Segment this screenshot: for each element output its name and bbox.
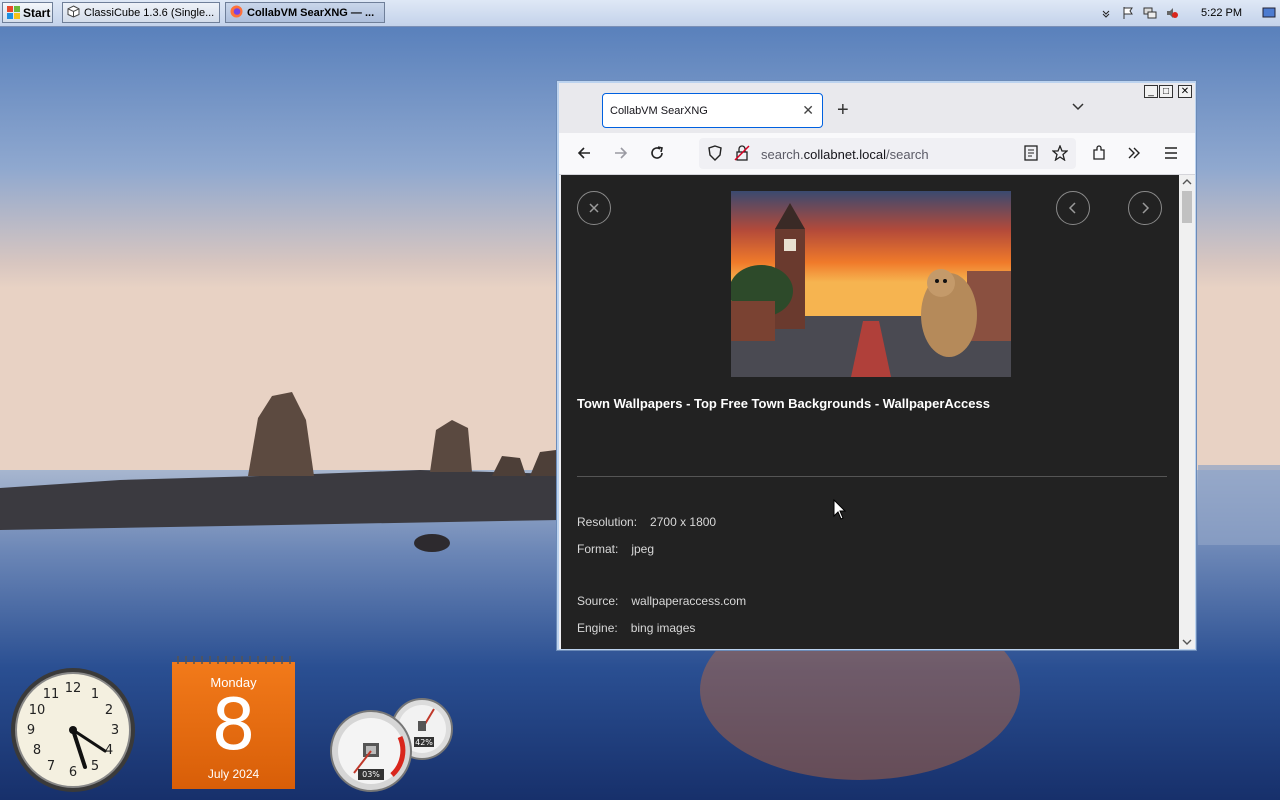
format-label: Format:	[577, 542, 619, 556]
scroll-down-icon[interactable]	[1182, 638, 1192, 646]
divider	[577, 476, 1167, 477]
show-desktop-icon[interactable]	[1262, 6, 1276, 20]
svg-text:10: 10	[29, 703, 46, 718]
close-window-button[interactable]: ✕	[1178, 85, 1192, 98]
hamburger-menu-icon[interactable]	[1161, 143, 1181, 163]
firefox-frame: CollabVM SearXNG ✕ + search.collabnet.lo…	[559, 83, 1195, 649]
svg-text:9: 9	[27, 723, 35, 738]
extensions-icon[interactable]	[1089, 143, 1109, 163]
system-tray: 5:22 PM	[1095, 0, 1280, 26]
close-icon	[589, 203, 599, 213]
meta-resolution: Resolution: 2700 x 1800	[577, 515, 716, 529]
svg-text:2: 2	[105, 703, 113, 718]
taskbar-item-label: CollabVM SearXNG — ...	[247, 6, 375, 19]
svg-text:1: 1	[91, 687, 99, 702]
taskbar-item-label: ClassiCube 1.3.6 (Single...	[84, 6, 215, 19]
chevron-left-icon	[1068, 202, 1076, 214]
tab-searxng[interactable]: CollabVM SearXNG ✕	[602, 93, 823, 128]
reload-icon[interactable]	[647, 143, 667, 163]
result-image[interactable]	[731, 191, 1011, 377]
calendar-day-number: 8	[211, 684, 256, 766]
browser-window: CollabVM SearXNG ✕ + search.collabnet.lo…	[556, 80, 1197, 651]
start-button[interactable]: Start	[2, 2, 53, 23]
tab-title: CollabVM SearXNG	[610, 104, 708, 117]
vertical-scrollbar[interactable]	[1179, 175, 1195, 649]
next-result-button[interactable]	[1128, 191, 1162, 225]
windows-logo-icon	[7, 6, 20, 19]
firefox-icon	[230, 5, 243, 21]
taskbar-clock[interactable]: 5:22 PM	[1201, 7, 1242, 19]
svg-text:3: 3	[111, 723, 119, 738]
start-label: Start	[23, 5, 51, 20]
svg-text:7: 7	[47, 759, 55, 774]
network-icon[interactable]	[1143, 6, 1157, 20]
cube-icon	[67, 4, 80, 21]
scrollbar-thumb[interactable]	[1182, 191, 1192, 223]
forward-arrow-icon[interactable]	[611, 143, 631, 163]
result-title[interactable]: Town Wallpapers - Top Free Town Backgrou…	[577, 396, 990, 411]
page-content: Town Wallpapers - Top Free Town Backgrou…	[561, 175, 1179, 649]
previous-result-button[interactable]	[1056, 191, 1090, 225]
meta-source: Source: wallpaperaccess.com	[577, 594, 746, 608]
url-text: search.collabnet.local/search	[761, 147, 929, 162]
calendar-rings	[177, 656, 291, 664]
meta-engine: Engine: bing images	[577, 621, 695, 635]
svg-text:8: 8	[33, 743, 41, 758]
cpu-percent: 03%	[362, 770, 380, 779]
mouse-cursor-icon	[833, 499, 847, 520]
source-label: Source:	[577, 594, 619, 608]
meta-format: Format: jpeg	[577, 542, 654, 556]
volume-muted-icon[interactable]	[1165, 6, 1179, 20]
reader-view-icon[interactable]	[1021, 143, 1041, 163]
cpu-meter-gadget[interactable]: 42% 03%	[330, 697, 456, 793]
url-domain: collabnet.local	[803, 147, 887, 162]
clock-gadget[interactable]: 12 12 345 678 91011	[9, 666, 137, 794]
calendar-gadget[interactable]: Monday 8 July 2024	[172, 656, 295, 789]
navigation-toolbar: search.collabnet.local/search	[559, 133, 1195, 175]
format-value: jpeg	[631, 542, 655, 556]
flag-icon[interactable]	[1121, 6, 1135, 20]
minimize-button[interactable]: _	[1144, 85, 1158, 98]
shield-icon[interactable]	[705, 143, 725, 163]
back-arrow-icon[interactable]	[574, 143, 594, 163]
window-controls: _ □ ✕	[1144, 85, 1192, 98]
engine-value: bing images	[630, 621, 696, 635]
svg-text:12: 12	[65, 681, 82, 696]
close-detail-button[interactable]	[577, 191, 611, 225]
url-prefix: search.	[761, 147, 804, 162]
new-tab-icon[interactable]: +	[837, 99, 849, 122]
maximize-button[interactable]: □	[1159, 85, 1173, 98]
engine-label: Engine:	[577, 621, 618, 635]
close-tab-icon[interactable]: ✕	[802, 102, 814, 119]
taskbar-item-classicube[interactable]: ClassiCube 1.3.6 (Single...	[62, 2, 220, 23]
calendar-month: July 2024	[207, 767, 260, 781]
svg-text:11: 11	[43, 687, 60, 702]
more-tools-chevron-icon[interactable]	[1124, 143, 1144, 163]
taskbar: Start ClassiCube 1.3.6 (Single... Collab…	[0, 0, 1280, 27]
list-all-tabs-icon[interactable]	[1071, 99, 1085, 115]
resolution-label: Resolution:	[577, 515, 638, 529]
resolution-value: 2700 x 1800	[650, 515, 717, 529]
tab-bar: CollabVM SearXNG ✕ +	[559, 83, 1195, 133]
memory-percent: 42%	[415, 738, 433, 747]
url-bar[interactable]: search.collabnet.local/search	[699, 138, 1076, 169]
source-value: wallpaperaccess.com	[631, 594, 747, 608]
svg-text:6: 6	[69, 765, 77, 780]
scroll-up-icon[interactable]	[1182, 178, 1192, 186]
insecure-lock-icon[interactable]	[732, 143, 752, 163]
svg-text:5: 5	[91, 759, 99, 774]
chevron-right-icon	[1142, 202, 1150, 214]
url-path: /search	[886, 147, 929, 162]
taskbar-item-firefox[interactable]: CollabVM SearXNG — ...	[225, 2, 385, 23]
chevron-down-icon[interactable]	[1099, 6, 1113, 20]
bookmark-star-icon[interactable]	[1050, 143, 1070, 163]
